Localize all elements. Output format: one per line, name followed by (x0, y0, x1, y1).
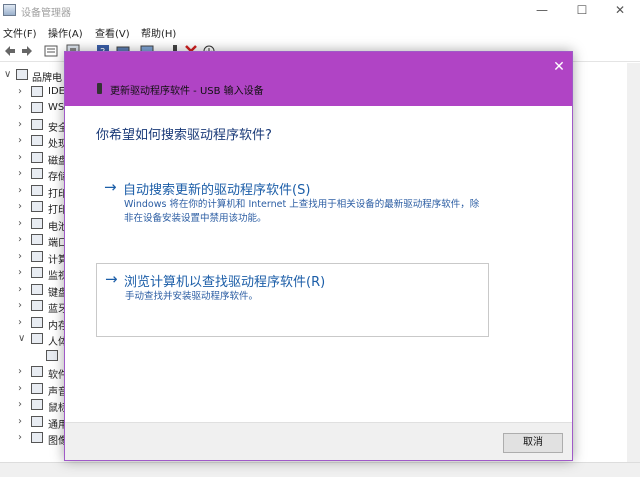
close-button[interactable]: ✕ (600, 0, 640, 22)
properties-icon[interactable] (44, 44, 58, 58)
device-category-icon (31, 250, 43, 262)
status-bar (0, 462, 640, 477)
menu-help[interactable]: 帮助(H) (141, 25, 176, 40)
device-manager-icon (3, 4, 16, 16)
auto-search-title: 自动搜索更新的驱动程序软件(S) (123, 183, 311, 198)
chevron-right-icon[interactable]: › (18, 399, 28, 410)
chevron-right-icon[interactable]: › (18, 284, 28, 295)
device-category-icon (31, 234, 43, 245)
device-category-icon (31, 168, 43, 179)
chevron-right-icon[interactable]: › (18, 86, 28, 97)
device-category-icon (31, 151, 43, 163)
usb-device-icon (97, 83, 102, 94)
browse-computer-title: 浏览计算机以查找驱动程序软件(R) (124, 275, 326, 290)
device-category-icon (31, 382, 43, 394)
chevron-right-icon[interactable]: › (18, 317, 28, 328)
chevron-right-icon[interactable]: › (18, 152, 28, 163)
device-category-icon (31, 267, 43, 278)
tree-item-label: WS (48, 102, 65, 113)
browse-computer-description: 手动查找并安装驱动程序软件。 (125, 291, 259, 302)
chevron-right-icon[interactable]: › (18, 234, 28, 245)
forward-icon[interactable] (20, 44, 34, 58)
device-category-icon (31, 217, 43, 229)
chevron-right-icon[interactable]: › (18, 366, 28, 377)
menu-bar: 文件(F) 操作(A) 查看(V) 帮助(H) (0, 22, 640, 40)
device-category-icon (31, 135, 43, 146)
chevron-right-icon[interactable]: › (18, 102, 28, 113)
maximize-button[interactable]: ☐ (562, 0, 602, 22)
arrow-right-icon: → (104, 178, 117, 196)
search-question: 你希望如何搜索驱动程序软件? (96, 128, 272, 143)
device-category-icon (31, 118, 43, 130)
chevron-right-icon[interactable]: › (18, 251, 28, 262)
dialog-header: 更新驱动程序软件 - USB 输入设备 (110, 86, 264, 97)
menu-view[interactable]: 查看(V) (95, 25, 130, 40)
computer-icon (16, 69, 28, 80)
auto-search-option[interactable]: → 自动搜索更新的驱动程序软件(S) Windows 将在你的计算机和 Inte… (96, 178, 489, 224)
window-title: 设备管理器 (21, 8, 71, 19)
update-driver-dialog: ✕ 更新驱动程序软件 - USB 输入设备 你希望如何搜索驱动程序软件? → 自… (64, 51, 573, 461)
tree-root-label: 品牌电 (32, 73, 62, 84)
tree-scrollbar[interactable] (627, 63, 640, 462)
chevron-right-icon[interactable]: › (18, 135, 28, 146)
chevron-right-icon[interactable]: › (18, 185, 28, 196)
tree-item-label: IDE (48, 85, 65, 97)
device-category-icon (31, 184, 43, 196)
device-category-icon (31, 85, 43, 97)
hid-device-icon (46, 349, 58, 361)
browse-computer-option[interactable]: → 浏览计算机以查找驱动程序软件(R) 手动查找并安装驱动程序软件。 (96, 263, 489, 337)
chevron-right-icon[interactable]: › (18, 168, 28, 179)
device-category-icon (31, 415, 43, 427)
device-category-icon (31, 283, 43, 295)
auto-search-description: Windows 将在你的计算机和 Internet 上查找用于相关设备的最新驱动… (124, 199, 480, 224)
chevron-right-icon[interactable]: › (18, 383, 28, 394)
arrow-right-icon: → (105, 270, 118, 288)
device-category-icon (31, 300, 43, 311)
chevron-right-icon[interactable]: › (18, 300, 28, 311)
title-bar: 设备管理器 — ☐ ✕ (0, 0, 640, 22)
chevron-right-icon[interactable]: › (18, 201, 28, 212)
chevron-down-icon[interactable]: ∨ (18, 333, 28, 344)
device-category-icon (31, 432, 43, 443)
chevron-right-icon[interactable]: › (18, 432, 28, 443)
device-category-icon (31, 333, 43, 344)
chevron-right-icon[interactable]: › (18, 267, 28, 278)
cancel-button[interactable]: 取消 (503, 433, 563, 453)
chevron-right-icon[interactable]: › (18, 218, 28, 229)
device-category-icon (31, 102, 43, 113)
chevron-right-icon[interactable]: › (18, 119, 28, 130)
dialog-close-button[interactable]: ✕ (548, 57, 570, 77)
chevron-right-icon[interactable]: › (18, 416, 28, 427)
minimize-button[interactable]: — (522, 0, 562, 22)
chevron-down-icon[interactable]: ∨ (4, 69, 14, 80)
device-category-icon (31, 316, 43, 328)
device-category-icon (31, 399, 43, 410)
dialog-footer: 取消 (65, 422, 572, 460)
menu-action[interactable]: 操作(A) (48, 25, 83, 40)
menu-file[interactable]: 文件(F) (3, 25, 37, 40)
device-category-icon (31, 201, 43, 212)
back-icon[interactable] (3, 44, 17, 58)
device-category-icon (31, 366, 43, 377)
dialog-title-bar: ✕ (65, 52, 572, 106)
